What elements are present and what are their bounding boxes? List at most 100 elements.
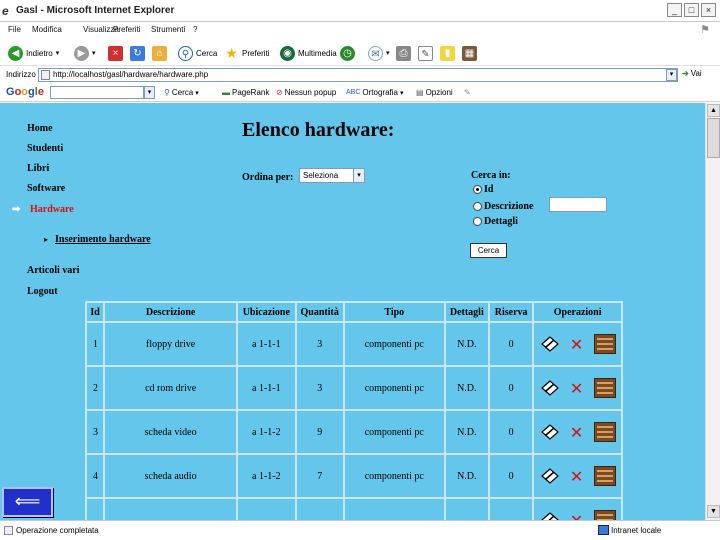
address-dropdown-icon[interactable]: ▾ xyxy=(666,69,677,81)
address-input[interactable]: http://localhost/gasl/hardware/hardware.… xyxy=(38,68,678,82)
menu-help[interactable]: ? xyxy=(193,25,197,34)
cell-riserva: 0 xyxy=(487,365,535,411)
delete-icon[interactable]: ✕ xyxy=(570,335,583,354)
nav-inserimento-hardware[interactable]: Inserimento hardware xyxy=(55,234,151,245)
radio-descrizione[interactable]: Descrizione xyxy=(473,201,533,212)
header-tipo[interactable]: Tipo xyxy=(342,301,446,323)
reserve-book-icon[interactable] xyxy=(593,466,616,486)
cell-descrizione: cd rom drive xyxy=(103,365,239,411)
edit-icon[interactable] xyxy=(540,467,560,485)
spellcheck-button[interactable]: ABC Ortografia ▾ xyxy=(346,88,404,97)
forward-arrow-icon: ▶ xyxy=(74,45,89,61)
delete-icon[interactable]: ✕ xyxy=(570,467,583,486)
minimize-button[interactable]: _ xyxy=(667,3,682,17)
delete-icon[interactable]: ✕ xyxy=(570,511,583,521)
maximize-button[interactable]: □ xyxy=(684,3,699,17)
google-search-dropdown-icon: ▾ xyxy=(195,89,199,97)
search-input[interactable] xyxy=(549,197,607,212)
reserve-book-icon[interactable] xyxy=(593,378,616,398)
cell-descrizione: floppy drive xyxy=(103,321,239,367)
scroll-down-icon[interactable]: ▼ xyxy=(707,505,720,518)
cell-quantita: 7 xyxy=(294,453,345,499)
google-search-button[interactable]: ⚲ Cerca ▾ xyxy=(164,88,199,97)
nav-libri[interactable]: Libri xyxy=(27,163,49,174)
nav-articoli-vari[interactable]: Articoli vari xyxy=(27,265,79,276)
highlight-button[interactable]: ✎ xyxy=(464,88,471,97)
favorites-button[interactable]: ★ Preferiti xyxy=(224,44,270,62)
back-button[interactable]: ◀ Indietro ▾ xyxy=(8,44,59,62)
row-actions: ✕ xyxy=(534,466,621,486)
google-logo[interactable]: Google xyxy=(6,86,44,98)
reserve-book-icon[interactable] xyxy=(593,422,616,442)
delete-icon[interactable]: ✕ xyxy=(570,423,583,442)
close-button[interactable]: × xyxy=(701,3,716,17)
scroll-thumb[interactable] xyxy=(707,118,720,158)
delete-icon[interactable]: ✕ xyxy=(570,379,583,398)
edit-icon[interactable] xyxy=(540,423,560,441)
spellcheck-dropdown-icon: ▾ xyxy=(399,89,404,97)
popup-blocker-button[interactable]: ⊘ Nessun popup xyxy=(276,88,336,97)
back-arrow-button[interactable]: ⟸ xyxy=(2,487,53,517)
forward-button[interactable]: ▶ ▾ xyxy=(74,44,96,62)
messenger-button[interactable]: ▦ xyxy=(462,44,477,62)
radio-id[interactable]: Id xyxy=(473,184,493,195)
header-descrizione[interactable]: Descrizione xyxy=(103,301,239,323)
print-button[interactable]: ⎙ xyxy=(396,44,411,62)
header-id[interactable]: Id xyxy=(84,301,106,323)
cell-quantita: 3 xyxy=(294,365,345,411)
history-button[interactable]: ◷ xyxy=(340,44,355,62)
back-dropdown-icon: ▾ xyxy=(55,50,60,57)
nav-software[interactable]: Software xyxy=(27,183,65,194)
search-button[interactable]: ⚲ Cerca xyxy=(178,44,217,62)
mail-button[interactable]: ✉ ▾ xyxy=(368,44,390,62)
order-select[interactable]: Seleziona ▾ xyxy=(299,168,365,183)
pagerank-button[interactable]: ▬ PageRank xyxy=(222,88,269,97)
header-ubicazione[interactable]: Ubicazione xyxy=(236,301,297,323)
table-row: 2 cd rom drive a 1-1-1 3 componenti pc N.D. 0 ✕ xyxy=(84,365,623,411)
multimedia-button[interactable]: ◉ Multimedia xyxy=(280,44,337,62)
cell-descrizione: scheda video xyxy=(103,409,239,455)
edit-icon[interactable] xyxy=(540,511,560,520)
reserve-book-icon[interactable] xyxy=(593,334,616,354)
home-button[interactable]: ⌂ xyxy=(152,44,167,62)
edit-icon[interactable] xyxy=(540,335,560,353)
nav-hardware[interactable]: Hardware xyxy=(30,204,74,215)
nav-studenti[interactable]: Studenti xyxy=(27,143,63,154)
refresh-button[interactable]: ↻ xyxy=(130,44,145,62)
stop-button[interactable]: × xyxy=(108,44,123,62)
radio-dettagli[interactable]: Dettagli xyxy=(473,216,518,227)
google-dropdown-icon[interactable]: ▾ xyxy=(144,86,155,99)
cell-descrizione xyxy=(103,497,239,520)
google-options-button[interactable]: ▤ Opzioni xyxy=(416,88,453,97)
cell-riserva xyxy=(487,497,535,520)
menu-modifica[interactable]: Modifica xyxy=(32,25,62,34)
scroll-up-icon[interactable]: ▲ xyxy=(707,104,720,117)
edit-page-button[interactable]: ✎ xyxy=(418,44,433,62)
discuss-button[interactable]: ▮ xyxy=(440,44,455,62)
menu-preferiti[interactable]: Preferiti xyxy=(113,25,141,34)
cell-tipo: componenti pc xyxy=(342,409,446,455)
edit-icon[interactable] xyxy=(540,379,560,397)
search-submit-button[interactable]: Cerca xyxy=(470,243,507,258)
header-quantita[interactable]: Quantità xyxy=(294,301,345,323)
cell-id xyxy=(84,497,106,520)
header-dettagli[interactable]: Dettagli xyxy=(443,301,490,323)
vertical-scrollbar[interactable]: ▲ ▼ xyxy=(705,103,720,520)
address-bar: Indirizzo http://localhost/gasl/hardware… xyxy=(0,66,720,84)
go-button[interactable]: ➔ Vai xyxy=(682,69,702,78)
reserve-book-icon[interactable] xyxy=(593,510,616,520)
menu-strumenti[interactable]: Strumenti xyxy=(151,25,185,34)
header-riserva[interactable]: Riserva xyxy=(487,301,535,323)
radio-dot-icon xyxy=(473,202,482,211)
menu-bar: File Modifica Visualizza Preferiti Strum… xyxy=(0,22,720,38)
cell-dettagli: N.D. xyxy=(443,321,490,367)
google-search-input[interactable] xyxy=(50,86,144,99)
nav-home[interactable]: Home xyxy=(27,123,53,134)
menu-file[interactable]: File xyxy=(8,25,21,34)
nav-logout[interactable]: Logout xyxy=(27,286,58,297)
table-row: ✕ xyxy=(84,497,623,521)
window-controls: _ □ × xyxy=(667,3,716,17)
page-done-icon xyxy=(4,526,13,535)
edit-page-icon: ✎ xyxy=(418,45,433,61)
magnifier-icon: ⚲ xyxy=(178,45,193,61)
